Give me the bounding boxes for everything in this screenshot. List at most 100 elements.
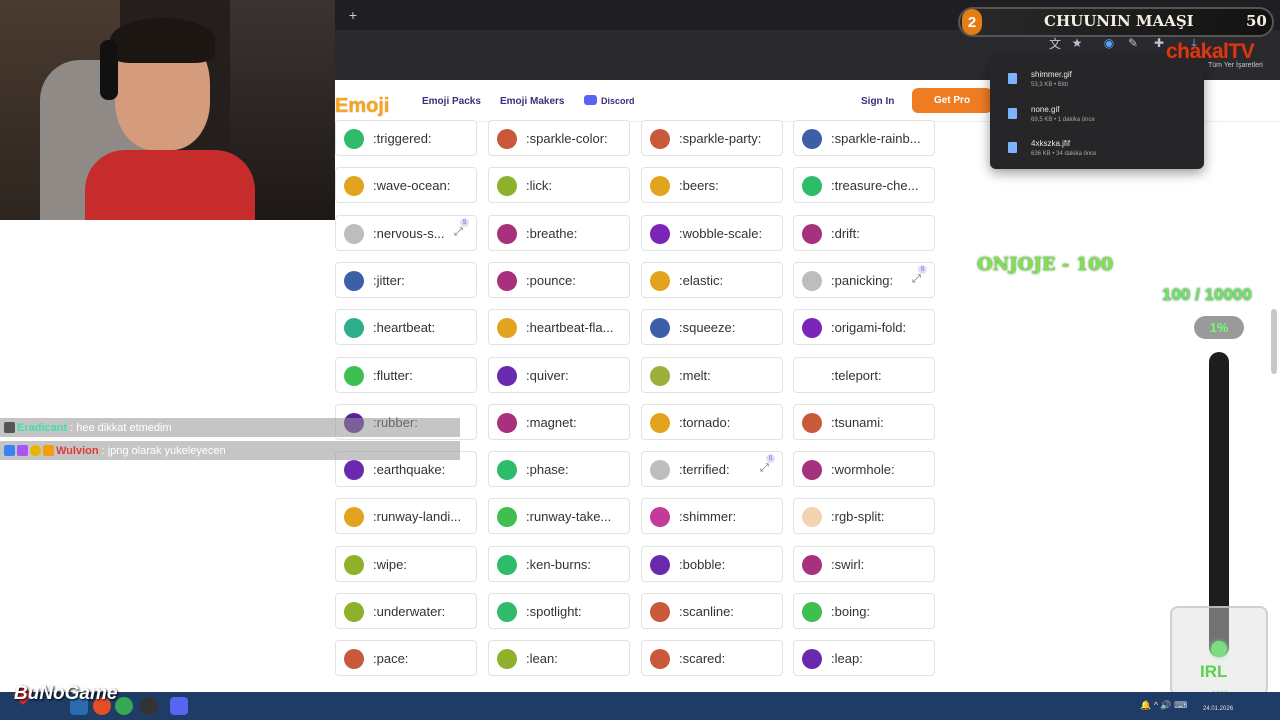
download-item[interactable]: shimmer.gif 53,3 KB • Bitti <box>990 61 1204 95</box>
emoji-card[interactable]: :rgb-split: <box>793 498 935 534</box>
emoji-card[interactable]: :boing: <box>793 593 935 629</box>
emoji-label: :beers: <box>679 178 719 193</box>
emoji-card[interactable]: :pace: <box>335 640 477 676</box>
wand-icon[interactable]: ⤢ <box>912 273 924 287</box>
emoji-card[interactable]: :panicking: ⤢ S <box>793 262 935 298</box>
get-pro-button[interactable]: Get Pro <box>912 88 992 113</box>
emoji-card[interactable]: :triggered: <box>335 120 477 156</box>
emoji-card[interactable]: :quiver: <box>488 357 630 393</box>
new-tab-button[interactable]: + <box>342 4 364 26</box>
nav-emoji-makers[interactable]: Emoji Makers <box>500 96 564 107</box>
emoji-card[interactable]: :wobble-scale: <box>641 215 783 251</box>
emoji-preview-icon <box>650 460 670 480</box>
emoji-card[interactable]: :treasure-che... <box>793 167 935 203</box>
download-filename: 4xkszka.jfif <box>1031 139 1071 148</box>
emoji-card[interactable]: :magnet: <box>488 404 630 440</box>
emoji-card[interactable]: :nervous-s... ⤢ S <box>335 215 477 251</box>
emoji-card[interactable]: :scanline: <box>641 593 783 629</box>
system-clock[interactable]: 24.01.2026 <box>1203 706 1233 712</box>
emoji-card[interactable]: :leap: <box>793 640 935 676</box>
emoji-card[interactable]: :elastic: <box>641 262 783 298</box>
chat-text: : hee dikkat etmedim <box>70 421 172 434</box>
emoji-card[interactable]: :jitter: <box>335 262 477 298</box>
emoji-card[interactable]: :runway-take... <box>488 498 630 534</box>
emoji-card[interactable]: :squeeze: <box>641 309 783 345</box>
emoji-label: :scared: <box>679 651 726 666</box>
site-logo[interactable]: Emoji <box>335 95 389 118</box>
emoji-card[interactable]: :melt: <box>641 357 783 393</box>
emoji-card[interactable]: :terrified: ⤢ S <box>641 451 783 487</box>
emoji-preview-icon <box>497 413 517 433</box>
watermark-text: BuNoGame <box>14 683 118 704</box>
emoji-card[interactable]: :beers: <box>641 167 783 203</box>
emoji-preview-icon <box>497 555 517 575</box>
emoji-card[interactable]: :swirl: <box>793 546 935 582</box>
emoji-card[interactable]: :lick: <box>488 167 630 203</box>
salary-count-badge: 2 <box>962 9 982 35</box>
emoji-card[interactable]: :drift: <box>793 215 935 251</box>
emoji-card[interactable]: :flutter: <box>335 357 477 393</box>
system-tray[interactable]: 🔔 ^ 🔊 ⌨ <box>1140 700 1187 711</box>
emoji-card[interactable]: :breathe: <box>488 215 630 251</box>
wand-icon[interactable]: ⤢ <box>454 226 466 240</box>
emoji-label: :tsunami: <box>831 415 884 430</box>
emoji-card[interactable]: :sparkle-rainb... <box>793 120 935 156</box>
emoji-card[interactable]: :runway-landi... <box>335 498 477 534</box>
nav-discord[interactable]: Discord <box>601 96 635 106</box>
wand-icon[interactable]: ⤢ <box>760 462 772 476</box>
emoji-card[interactable]: :ken-burns: <box>488 546 630 582</box>
emoji-card[interactable]: :wormhole: <box>793 451 935 487</box>
emoji-label: :scanline: <box>679 604 734 619</box>
emoji-card[interactable]: :shimmer: <box>641 498 783 534</box>
emoji-label: :wobble-scale: <box>679 226 763 241</box>
emoji-label: :heartbeat: <box>373 320 436 335</box>
discord-icon[interactable] <box>584 95 597 105</box>
emoji-label: :teleport: <box>831 368 882 383</box>
emoji-card[interactable]: :tsunami: <box>793 404 935 440</box>
emoji-card[interactable]: :origami-fold: <box>793 309 935 345</box>
emoji-card[interactable]: :wave-ocean: <box>335 167 477 203</box>
emoji-preview-icon <box>802 318 822 338</box>
download-meta: 636 KB • 34 dakika önce <box>1031 151 1097 157</box>
file-icon <box>1008 108 1017 119</box>
emoji-preview-icon <box>650 318 670 338</box>
emoji-label: :wipe: <box>373 557 407 572</box>
emoji-card[interactable]: :pounce: <box>488 262 630 298</box>
nav-emoji-packs[interactable]: Emoji Packs <box>422 96 481 107</box>
streamer-hair <box>110 18 215 63</box>
emoji-preview-icon <box>497 460 517 480</box>
emoji-label: :quiver: <box>526 368 569 383</box>
emoji-card[interactable]: :spotlight: <box>488 593 630 629</box>
goal-glass <box>1170 606 1268 696</box>
emoji-card[interactable]: :teleport: <box>793 357 935 393</box>
emoji-card[interactable]: :bobble: <box>641 546 783 582</box>
emoji-card[interactable]: :heartbeat: <box>335 309 477 345</box>
emoji-card[interactable]: :heartbeat-fla... <box>488 309 630 345</box>
emoji-card[interactable]: :sparkle-party: <box>641 120 783 156</box>
emoji-preview-icon <box>650 413 670 433</box>
chrome-icon[interactable] <box>115 697 133 715</box>
emoji-card[interactable]: :tornado: <box>641 404 783 440</box>
discord-taskbar-icon[interactable] <box>170 697 188 715</box>
emoji-card[interactable]: :scared: <box>641 640 783 676</box>
emoji-card[interactable]: :lean: <box>488 640 630 676</box>
emoji-card[interactable]: :phase: <box>488 451 630 487</box>
emoji-preview-icon <box>344 507 364 527</box>
sign-in-link[interactable]: Sign In <box>861 96 894 107</box>
file-icon <box>1008 142 1017 153</box>
emoji-preview-icon <box>802 413 822 433</box>
emoji-card[interactable]: :underwater: <box>335 593 477 629</box>
download-item[interactable]: 4xkszka.jfif 636 KB • 34 dakika önce <box>990 130 1204 164</box>
emoji-card[interactable]: :sparkle-color: <box>488 120 630 156</box>
emoji-label: :wormhole: <box>831 462 895 477</box>
page-scrollbar[interactable] <box>1271 309 1277 374</box>
download-item[interactable]: none.gif 69,5 KB • 1 dakika önce <box>990 96 1204 130</box>
emoji-preview-icon <box>802 460 822 480</box>
emoji-card[interactable]: :wipe: <box>335 546 477 582</box>
emoji-label: :sparkle-rainb... <box>831 131 921 146</box>
obs-icon[interactable] <box>140 697 158 715</box>
download-meta: 53,3 KB • Bitti <box>1031 82 1068 88</box>
emoji-label: :rgb-split: <box>831 509 885 524</box>
emoji-label: :lean: <box>526 651 558 666</box>
emoji-label: :lick: <box>526 178 552 193</box>
